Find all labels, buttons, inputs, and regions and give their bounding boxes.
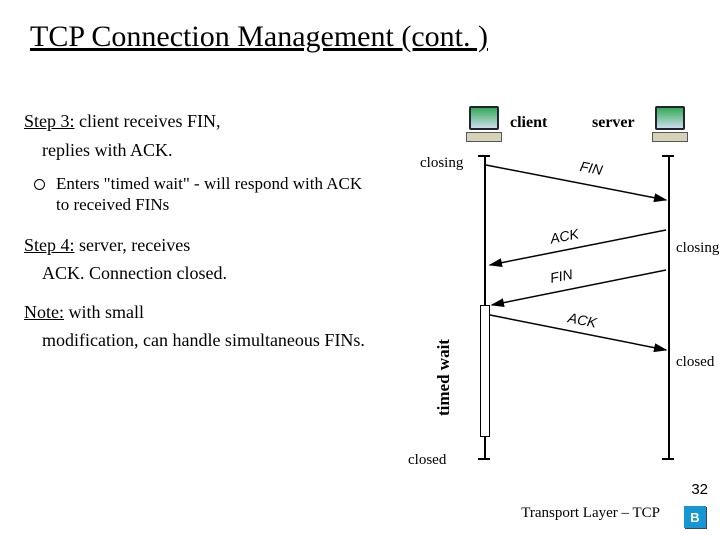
slide-title: TCP Connection Management (cont. ) — [30, 20, 488, 54]
text-column: Step 3: client receives FIN, replies wit… — [24, 110, 374, 352]
badge-icon: B — [684, 506, 706, 528]
step3-line: Step 3: client receives FIN, — [24, 110, 374, 133]
step3-label: Step 3: — [24, 111, 75, 131]
step4-line: Step 4: server, receives — [24, 234, 374, 257]
message-arrows — [400, 100, 700, 500]
bullet-timed-wait: Enters "timed wait" - will respond with … — [56, 173, 374, 216]
step4-label: Step 4: — [24, 235, 75, 255]
note-lead: with small — [64, 302, 144, 322]
note-label: Note: — [24, 302, 64, 322]
sequence-diagram: client server closing timed wait closed — [400, 100, 700, 490]
step3-lead: client receives FIN, — [75, 111, 221, 131]
step3-cont: replies with ACK. — [42, 139, 374, 162]
closed-right-label: closed — [676, 354, 714, 371]
closing-right-label: closing — [676, 240, 719, 257]
step4-cont: ACK. Connection closed. — [42, 262, 374, 285]
footer-label: Transport Layer – TCP — [521, 505, 660, 522]
note-line: Note: with small — [24, 301, 374, 324]
step4-lead: server, receives — [75, 235, 191, 255]
badge-letter: B — [690, 510, 699, 525]
page-number: 32 — [691, 481, 708, 498]
note-cont: modification, can handle simultaneous FI… — [42, 329, 374, 352]
